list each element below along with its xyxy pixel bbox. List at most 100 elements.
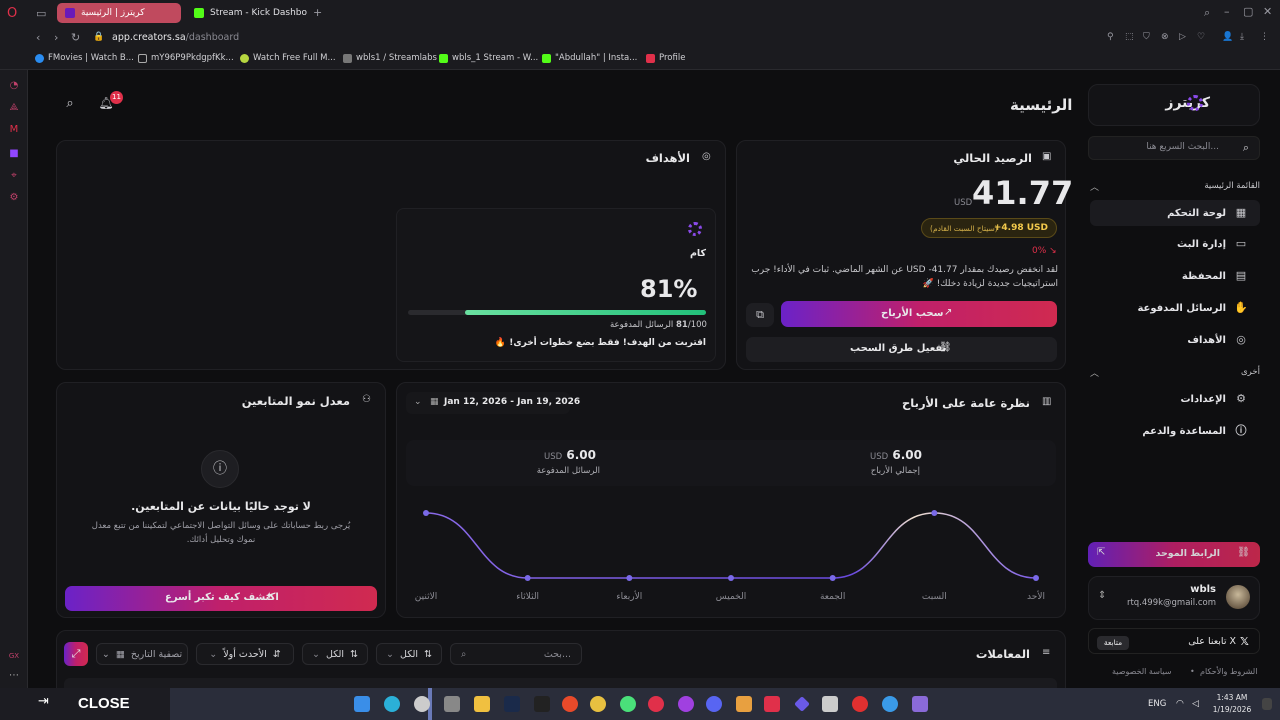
app-purple-icon[interactable] — [912, 696, 928, 712]
wallet-card-button[interactable]: ⧉ — [746, 303, 774, 327]
app-a-icon[interactable] — [736, 696, 752, 712]
chrome-dev-icon[interactable] — [620, 696, 636, 712]
more-icon[interactable]: ⋯ — [8, 670, 20, 682]
speed-dial-icon[interactable]: ◔ — [8, 80, 20, 92]
chart-point[interactable] — [829, 575, 836, 581]
shield-icon[interactable]: ⛉ — [1143, 32, 1150, 42]
notifications-taskbar-icon[interactable] — [1262, 698, 1272, 710]
chart-x-label: الاثنين — [415, 592, 437, 602]
tab-menu-icon[interactable]: ▭ — [36, 7, 46, 20]
chart-point[interactable] — [626, 575, 633, 581]
opera-taskbar-icon[interactable] — [678, 696, 694, 712]
filter-status[interactable]: ⌄ الكل ⇅ — [302, 643, 368, 665]
unified-link-button[interactable]: الرابط الموحد ⛓ ⇱ — [1088, 542, 1260, 567]
tab-creators[interactable]: كريترز | الرئيسية — [57, 3, 181, 23]
goal-name: كام — [689, 248, 706, 259]
gx-icon[interactable]: GX — [8, 650, 20, 662]
edge-icon[interactable] — [384, 696, 400, 712]
opera-logo-icon[interactable]: O — [7, 6, 17, 21]
nav-paid-messages[interactable]: الرسائل المدفوعة ✋ — [1090, 295, 1260, 321]
bookmark-kick[interactable]: wbls_1 Stream - W... — [439, 53, 538, 63]
obs-icon[interactable] — [648, 696, 664, 712]
heart-icon[interactable]: ♡ — [1197, 32, 1205, 42]
bookmark-fmovies[interactable]: FMovies | Watch B... — [35, 53, 134, 63]
app-red-icon[interactable] — [764, 696, 780, 712]
bookmark-profile[interactable]: Profile — [646, 53, 685, 63]
chart-point[interactable] — [1033, 575, 1039, 581]
file-explorer-icon[interactable] — [474, 696, 490, 712]
settings-sidebar-icon[interactable]: ⚙ — [8, 192, 20, 204]
messenger-icon[interactable]: M — [8, 124, 20, 136]
expand-button[interactable]: ⤢ — [64, 642, 88, 666]
tab-kick[interactable]: Stream - Kick Dashbo ✕ — [186, 3, 310, 23]
chart-point[interactable] — [728, 575, 734, 581]
url-field[interactable]: app.creators.sa/dashboard — [112, 32, 239, 43]
date-range-picker[interactable]: ⌄ ▦ Jan 12, 2026 - Jan 19, 2026 — [406, 392, 580, 414]
follow-button[interactable]: متابعة — [1097, 636, 1129, 650]
bookmark-watch-free[interactable]: Watch Free Full M... — [240, 53, 336, 63]
transactions-search-input[interactable]: ⌕ بحث... — [450, 643, 582, 665]
quick-search-input[interactable]: البحث السريع هنا... ⌕ — [1088, 136, 1260, 160]
search-button[interactable]: ⌕ — [60, 96, 80, 116]
chrome-icon[interactable] — [590, 696, 606, 712]
bookmark-streamlabs[interactable]: wbls1 / Streamlabs — [343, 53, 437, 63]
app-blue-icon[interactable] — [882, 696, 898, 712]
bookmark-instagram[interactable]: "Abdullah" | Insta... — [542, 53, 637, 63]
nav-wallet[interactable]: المحفظة ▤ — [1090, 263, 1260, 289]
collapse-other-icon[interactable]: ︿ — [1090, 366, 1099, 379]
withdraw-button[interactable]: سحب الأرباح ↗ — [781, 301, 1057, 327]
bookmark-doc[interactable]: mY96P9PkdgpfKk... — [138, 53, 234, 63]
epic-games-icon[interactable] — [534, 696, 550, 712]
terms-link[interactable]: الشروط والأحكام — [1200, 667, 1257, 676]
date-filter[interactable]: ⌄ ▦ تصفية التاريخ — [96, 643, 188, 665]
settings-taskbar-icon[interactable] — [414, 696, 430, 712]
chart-point[interactable] — [524, 575, 531, 581]
app-record-icon[interactable] — [852, 696, 868, 712]
nav-settings[interactable]: الإعدادات ⚙ — [1090, 386, 1260, 412]
player-icon[interactable]: ▷ — [1179, 32, 1186, 42]
menu-icon[interactable]: ⋮ — [1260, 32, 1269, 42]
snapshot-icon[interactable]: ⬚ — [1125, 32, 1134, 42]
sort-dropdown[interactable]: ⌄ الأحدث أولاً ⇵ — [196, 643, 294, 665]
filter-type[interactable]: ⌄ الكل ⇅ — [376, 643, 442, 665]
discover-growth-button[interactable]: اكتشف كيف تكبر أسرع ✦ — [65, 586, 377, 611]
new-tab-icon[interactable]: + — [313, 6, 322, 19]
privacy-link[interactable]: سياسة الخصوصية — [1112, 667, 1171, 676]
nav-help[interactable]: المساعدة والدعم ⓘ — [1090, 418, 1260, 444]
discord-icon[interactable] — [706, 696, 722, 712]
goal-count: الرسائل المدفوعة 81/100 — [610, 320, 707, 330]
tinder-icon[interactable]: ⌖ — [8, 170, 20, 182]
nav-stream[interactable]: إدارة البث ▭ — [1090, 231, 1260, 257]
pin-icon[interactable]: ⚲ — [1107, 32, 1114, 42]
reload-icon[interactable]: ↻ — [71, 31, 80, 44]
close-overlay[interactable]: ⇥ CLOSE — [0, 688, 170, 720]
clock-time[interactable]: 1:43 AM — [1208, 693, 1256, 702]
app-orange-icon[interactable] — [562, 696, 578, 712]
chart-point[interactable] — [423, 510, 429, 516]
wifi-icon[interactable]: ◠ — [1176, 699, 1184, 709]
start-icon[interactable] — [354, 696, 370, 712]
app-grid-icon[interactable] — [822, 696, 838, 712]
vpn-icon[interactable]: ⊗ — [1161, 32, 1169, 42]
close-window-icon[interactable]: ✕ — [1263, 5, 1272, 18]
chevron-updown-icon[interactable]: ⇕ — [1098, 590, 1106, 601]
chart-point[interactable] — [931, 510, 938, 516]
language-indicator[interactable]: ENG — [1148, 699, 1166, 709]
download-icon[interactable]: ⤓ — [1240, 32, 1244, 42]
collapse-main-icon[interactable]: ︿ — [1090, 180, 1099, 193]
activate-withdraw-button[interactable]: تفعيل طرق السحب ⛓ — [746, 337, 1057, 362]
search-tabs-icon[interactable]: ⌕ — [1204, 6, 1210, 20]
steam-icon[interactable] — [504, 696, 520, 712]
forward-icon[interactable]: › — [54, 31, 58, 44]
twitch-icon[interactable]: ■ — [8, 148, 20, 160]
back-icon[interactable]: ‹ — [36, 31, 40, 44]
minimize-icon[interactable]: – — [1224, 5, 1230, 18]
aria-icon[interactable]: ⟁ — [8, 102, 20, 114]
nav-goals[interactable]: الأهداف ◎ — [1090, 327, 1260, 353]
profile-icon[interactable]: 👤 — [1222, 32, 1233, 42]
nav-dashboard[interactable]: لوحة التحكم ▦ — [1090, 200, 1260, 226]
maximize-icon[interactable]: ▢ — [1243, 5, 1253, 18]
taskview-icon[interactable] — [444, 696, 460, 712]
volume-icon[interactable]: ◁ — [1192, 699, 1199, 709]
clock-date[interactable]: 1/19/2026 — [1208, 705, 1256, 714]
